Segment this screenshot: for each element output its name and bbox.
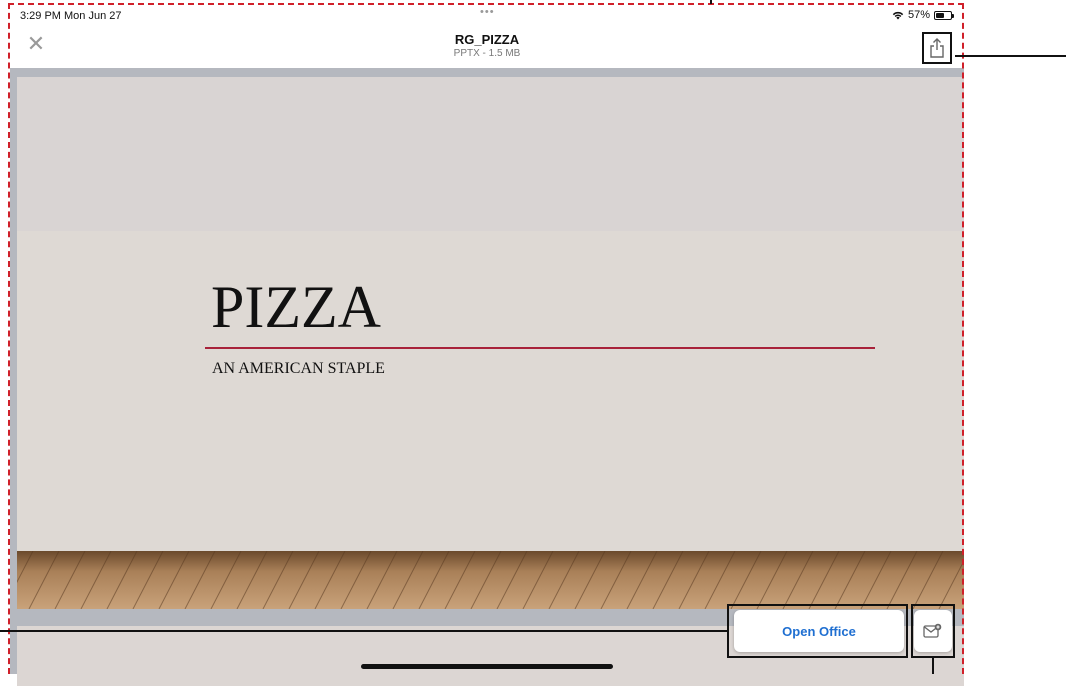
slide-title: PIZZA — [211, 274, 381, 340]
slide-content-band — [17, 231, 964, 551]
status-bar: 3:29 PM Mon Jun 27 ••• 57% — [10, 6, 964, 23]
document-subtitle: PPTX - 1.5 MB — [453, 48, 521, 59]
document-title: RG_PIZZA — [454, 32, 520, 47]
callout-line-share — [955, 55, 1066, 57]
callout-line-open-office — [0, 630, 727, 632]
wood-floor-image — [17, 551, 964, 609]
open-office-button[interactable]: Open Office — [734, 610, 904, 652]
status-time: 3:29 PM Mon Jun 27 — [20, 10, 122, 22]
battery-percent: 57% — [907, 9, 930, 21]
share-icon — [930, 38, 944, 58]
title-block: RG_PIZZA PPTX - 1.5 MB — [10, 32, 964, 59]
battery-icon — [934, 10, 954, 20]
callout-line-mail — [932, 658, 934, 674]
multitasking-dots-icon[interactable]: ••• — [480, 6, 495, 18]
slide-accent-rule — [205, 347, 875, 349]
home-indicator[interactable] — [361, 664, 613, 669]
mail-attachment-icon — [923, 623, 942, 638]
slide-1[interactable]: PIZZA AN AMERICAN STAPLE — [17, 77, 964, 609]
callout-line-top — [710, 0, 712, 4]
mail-attachment-button[interactable] — [914, 610, 952, 652]
slide-subtitle: AN AMERICAN STAPLE — [212, 360, 385, 377]
battery-fill — [936, 12, 944, 18]
share-button[interactable] — [922, 32, 952, 64]
document-viewer[interactable]: PIZZA AN AMERICAN STAPLE — [10, 68, 964, 686]
wifi-icon — [892, 11, 904, 20]
slide-top-band — [17, 77, 964, 231]
document-header: ✕ RG_PIZZA PPTX - 1.5 MB — [10, 22, 964, 68]
status-right: 57% — [892, 9, 954, 21]
